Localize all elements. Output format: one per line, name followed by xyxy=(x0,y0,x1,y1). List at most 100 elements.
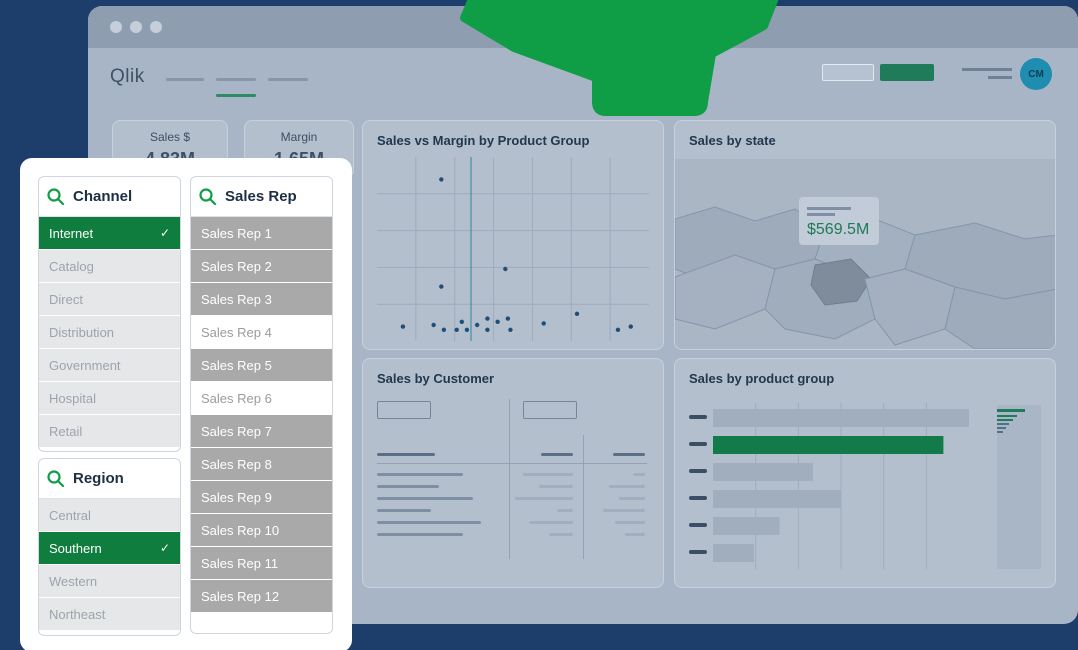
list-item[interactable]: Government xyxy=(39,349,180,381)
channel-listbox[interactable]: Channel Internet ✓ Catalog Direct Distributi… xyxy=(38,176,181,452)
list-item[interactable]: Retail xyxy=(39,415,180,447)
nav-item[interactable] xyxy=(268,78,308,81)
table-cell-placeholder xyxy=(377,497,473,500)
scatter-point xyxy=(574,311,580,316)
list-item[interactable]: Western xyxy=(39,565,180,597)
list-item[interactable]: Northeast xyxy=(39,598,180,630)
search-icon[interactable] xyxy=(47,469,65,488)
search-icon[interactable] xyxy=(199,187,217,206)
table-cell-placeholder xyxy=(377,453,435,456)
table-filter-box[interactable] xyxy=(523,401,577,419)
table-cell-placeholder xyxy=(549,533,573,536)
table-cell-placeholder xyxy=(625,533,645,536)
scatter-point xyxy=(459,319,464,324)
table-divider xyxy=(377,463,647,464)
list-item[interactable]: Catalog xyxy=(39,250,180,282)
bar xyxy=(713,436,944,454)
scatter-point xyxy=(454,327,459,332)
table-cell-placeholder xyxy=(377,473,463,476)
scatter-point xyxy=(439,177,444,182)
nav-item[interactable] xyxy=(216,78,256,81)
category-label xyxy=(689,469,707,473)
list-item-label: Sales Rep 8 xyxy=(201,456,272,472)
listbox-header[interactable]: Sales Rep xyxy=(191,177,332,217)
map-chart-panel[interactable]: Sales by state $569.5M xyxy=(674,120,1056,350)
list-item[interactable]: Sales Rep 5 xyxy=(191,349,332,381)
list-item-label: Government xyxy=(49,357,121,373)
table-filter-box[interactable] xyxy=(377,401,431,419)
list-item-label: Sales Rep 4 xyxy=(201,324,272,340)
menu-line-icon[interactable] xyxy=(962,68,1012,71)
listbox-items: Sales Rep 1 Sales Rep 2 Sales Rep 3 Sales R… xyxy=(191,217,332,612)
map-tooltip: $569.5M xyxy=(799,197,879,245)
scatter-point xyxy=(495,319,500,324)
scatter-point xyxy=(485,327,490,332)
table-divider xyxy=(583,435,584,559)
list-item[interactable]: Sales Rep 6 xyxy=(191,382,332,414)
list-item[interactable]: Sales Rep 7 xyxy=(191,415,332,447)
table-cell-placeholder xyxy=(613,453,645,456)
list-item[interactable]: Hospital xyxy=(39,382,180,414)
list-item-label: Catalog xyxy=(49,258,94,274)
category-label xyxy=(689,550,707,554)
list-item[interactable]: Southern ✓ xyxy=(39,532,180,564)
list-item[interactable]: Sales Rep 12 xyxy=(191,580,332,612)
mini-scrollbar[interactable] xyxy=(997,405,1041,569)
toolbar-outline-button[interactable] xyxy=(822,64,874,81)
list-item-label: Sales Rep 9 xyxy=(201,489,272,505)
list-item[interactable]: Sales Rep 2 xyxy=(191,250,332,282)
listbox-title: Region xyxy=(73,470,124,487)
listbox-header[interactable]: Channel xyxy=(39,177,180,217)
state-map xyxy=(675,159,1055,349)
table-cell-placeholder xyxy=(377,521,481,524)
list-item[interactable]: Distribution xyxy=(39,316,180,348)
listbox-title: Sales Rep xyxy=(225,188,297,205)
table-cell-placeholder xyxy=(377,485,439,488)
list-item[interactable]: Sales Rep 1 xyxy=(191,217,332,249)
salesrep-listbox[interactable]: Sales Rep Sales Rep 1 Sales Rep 2 Sales Re… xyxy=(190,176,333,634)
list-item[interactable]: Central xyxy=(39,499,180,531)
list-item[interactable]: Internet ✓ xyxy=(39,217,180,249)
list-item[interactable]: Sales Rep 3 xyxy=(191,283,332,315)
window-dot-icon[interactable] xyxy=(110,21,122,33)
list-item[interactable]: Sales Rep 8 xyxy=(191,448,332,480)
scatter-point xyxy=(541,321,546,326)
product-bar-panel[interactable]: Sales by product group xyxy=(674,358,1056,588)
listbox-header[interactable]: Region xyxy=(39,459,180,499)
list-item-label: Sales Rep 10 xyxy=(201,522,280,538)
toolbar-primary-button[interactable] xyxy=(880,64,934,81)
list-item-label: Sales Rep 11 xyxy=(201,555,279,571)
scatter-point xyxy=(485,316,490,321)
table-cell-placeholder xyxy=(523,473,573,476)
region-listbox[interactable]: Region Central Southern ✓ Western Northeast xyxy=(38,458,181,636)
list-item[interactable]: Sales Rep 9 xyxy=(191,481,332,513)
list-item[interactable]: Direct xyxy=(39,283,180,315)
chart-title: Sales by product group xyxy=(689,371,835,386)
scatter-point xyxy=(508,327,513,332)
menu-line-icon[interactable] xyxy=(988,76,1012,79)
scatter-chart-panel[interactable]: Sales vs Margin by Product Group xyxy=(362,120,664,350)
list-item-label: Southern xyxy=(49,540,102,556)
map-tooltip-value: $569.5M xyxy=(807,221,870,238)
table-cell-placeholder xyxy=(539,485,573,488)
category-label xyxy=(689,442,707,446)
list-item[interactable]: Sales Rep 11 xyxy=(191,547,332,579)
window-dot-icon[interactable] xyxy=(150,21,162,33)
customer-table-panel[interactable]: Sales by Customer xyxy=(362,358,664,588)
table-cell-placeholder xyxy=(615,521,645,524)
nav-item[interactable] xyxy=(166,78,204,81)
scatter-point xyxy=(503,266,508,272)
list-item-label: Central xyxy=(49,507,91,523)
list-item[interactable]: Sales Rep 10 xyxy=(191,514,332,546)
kpi-label: Margin xyxy=(280,130,318,144)
avatar[interactable]: CM xyxy=(1020,58,1052,90)
list-item[interactable]: Sales Rep 4 xyxy=(191,316,332,348)
scatter-point xyxy=(400,324,406,329)
category-label xyxy=(689,496,707,500)
search-icon[interactable] xyxy=(47,187,65,206)
window-dot-icon[interactable] xyxy=(130,21,142,33)
table-cell-placeholder xyxy=(603,509,645,512)
table-cell-placeholder xyxy=(633,473,645,476)
list-item-label: Hospital xyxy=(49,390,96,406)
list-item-label: Direct xyxy=(49,291,83,307)
